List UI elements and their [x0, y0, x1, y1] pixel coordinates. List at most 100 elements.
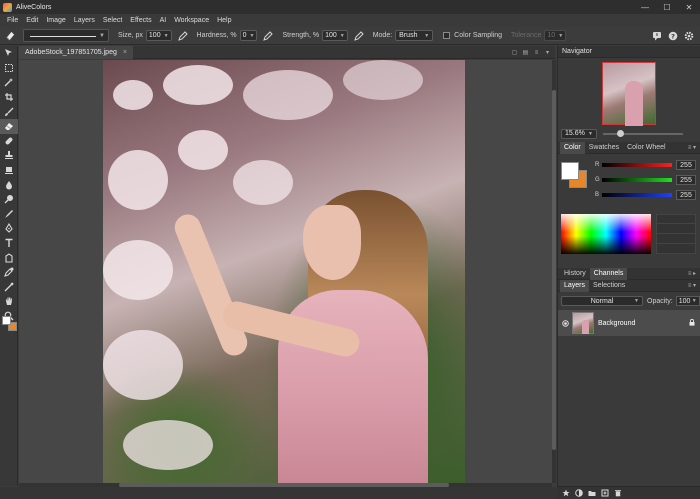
menu-file[interactable]: File — [3, 17, 22, 24]
maximize-button[interactable]: ☐ — [656, 0, 678, 14]
close-button[interactable]: ✕ — [678, 0, 700, 14]
mode-select[interactable]: Brush ▼ — [395, 30, 434, 41]
tab-history[interactable]: History — [560, 268, 590, 280]
minimize-button[interactable]: — — [634, 0, 656, 14]
layer-row[interactable]: Background — [558, 310, 700, 336]
measure-icon[interactable] — [0, 280, 18, 295]
crop-icon[interactable] — [0, 90, 18, 105]
opacity-field[interactable]: 100 ▼ — [675, 296, 700, 306]
navigator-header: Navigator — [558, 46, 700, 58]
smudge-icon[interactable] — [0, 207, 18, 222]
brush-preset-picker[interactable]: ▼ — [23, 29, 109, 42]
panel-menu-icon[interactable]: ≡ ▸ — [688, 270, 696, 277]
tab-layers[interactable]: Layers — [560, 279, 590, 292]
blue-channel-value[interactable]: 255 — [676, 190, 696, 200]
eraser-icon[interactable] — [3, 29, 17, 43]
red-channel-slider[interactable] — [602, 163, 672, 167]
blue-channel-slider[interactable] — [602, 193, 672, 197]
scroll-thumb[interactable] — [552, 90, 556, 450]
menu-ai[interactable]: AI — [156, 17, 171, 24]
color-swatches[interactable] — [2, 316, 18, 332]
eye-icon[interactable] — [558, 319, 572, 327]
recent-colors-grid[interactable] — [656, 214, 696, 254]
menu-layers[interactable]: Layers — [70, 17, 99, 24]
zoom-slider-handle[interactable] — [617, 129, 625, 137]
tools-panel — [0, 46, 18, 486]
trash-icon[interactable] — [612, 488, 623, 499]
pen-pressure-icon[interactable] — [177, 30, 188, 41]
blur-icon[interactable] — [0, 177, 18, 192]
color-spectrum[interactable] — [561, 214, 651, 254]
feedback-icon[interactable] — [650, 29, 664, 43]
red-channel-value[interactable]: 255 — [676, 160, 696, 170]
green-channel-slider[interactable] — [602, 178, 672, 182]
strength-label: Strength, % — [282, 32, 320, 39]
menu-image[interactable]: Image — [42, 17, 69, 24]
pen-icon[interactable] — [0, 221, 18, 236]
vertical-scrollbar[interactable] — [552, 60, 556, 483]
zoom-field[interactable]: 15.6% ▼ — [561, 128, 597, 139]
hand-icon[interactable] — [0, 294, 18, 309]
new-document-icon[interactable]: ▢ — [510, 48, 519, 57]
eraser-icon[interactable] — [0, 118, 18, 134]
thumbnail-subject — [625, 81, 643, 126]
menu-workspace[interactable]: Workspace — [170, 17, 213, 24]
tab-color-wheel[interactable]: Color Wheel — [623, 142, 670, 154]
adjustment-layer-icon[interactable] — [573, 488, 584, 499]
healing-icon[interactable] — [0, 134, 18, 149]
help-icon[interactable]: ? — [666, 29, 680, 43]
tab-swatches[interactable]: Swatches — [585, 142, 623, 154]
hardness-field[interactable]: 0 ▼ — [239, 30, 258, 41]
panel-menu-icon[interactable]: ≡ ▾ — [688, 282, 696, 289]
zoom-slider[interactable] — [603, 129, 683, 137]
pen-pressure-icon[interactable] — [263, 30, 274, 41]
tab-color[interactable]: Color — [560, 141, 585, 154]
eyedropper-icon[interactable] — [0, 265, 18, 280]
dodge-icon[interactable] — [0, 192, 18, 207]
svg-text:?: ? — [671, 32, 675, 40]
folder-icon[interactable] — [586, 488, 597, 499]
document-tab[interactable]: AdobeStock_197851705.jpeg × — [19, 45, 133, 59]
tab-selections[interactable]: Selections — [589, 280, 629, 292]
new-layer-icon[interactable] — [599, 488, 610, 499]
blue-channel-label: B — [595, 192, 600, 198]
layer-effects-icon[interactable] — [560, 488, 571, 499]
move-icon[interactable] — [0, 46, 18, 61]
strength-field[interactable]: 100 ▼ — [322, 30, 348, 41]
canvas-area[interactable] — [19, 60, 552, 483]
green-channel-value[interactable]: 255 — [676, 175, 696, 185]
tolerance-field[interactable]: 10 ▼ — [544, 30, 567, 41]
stamp-icon[interactable] — [0, 148, 18, 163]
duplicate-document-icon[interactable]: ▤ — [521, 48, 530, 57]
status-bar — [0, 487, 557, 499]
lock-icon[interactable] — [689, 319, 695, 326]
red-channel-row: R 255 — [595, 160, 696, 170]
tab-channels[interactable]: Channels — [589, 267, 628, 280]
clone-icon[interactable] — [0, 163, 18, 178]
magic-wand-icon[interactable] — [0, 75, 18, 90]
brush-icon[interactable] — [0, 104, 18, 119]
foreground-color[interactable] — [2, 316, 11, 325]
menu-help[interactable]: Help — [213, 17, 235, 24]
menu-icon[interactable]: ≡ — [532, 48, 541, 57]
mode-label: Mode: — [372, 32, 393, 39]
layer-name: Background — [598, 319, 636, 327]
foreground-color[interactable] — [561, 162, 579, 180]
color-sampling-checkbox[interactable] — [443, 32, 451, 39]
chevron-down-icon: ▼ — [634, 298, 639, 304]
document-image[interactable] — [103, 60, 465, 483]
menu-effects[interactable]: Effects — [126, 17, 155, 24]
text-icon[interactable] — [0, 236, 18, 251]
gear-icon[interactable] — [682, 29, 696, 43]
size-field[interactable]: 100 ▼ — [145, 30, 172, 41]
panel-menu-icon[interactable]: ≡ ▾ — [688, 144, 696, 151]
navigator-thumbnail[interactable] — [602, 62, 656, 126]
pen-pressure-icon[interactable] — [353, 30, 364, 41]
close-icon[interactable]: × — [123, 49, 127, 56]
blend-mode-select[interactable]: Normal ▼ — [561, 296, 643, 306]
marquee-icon[interactable] — [0, 61, 18, 76]
menu-edit[interactable]: Edit — [22, 17, 42, 24]
menu-select[interactable]: Select — [99, 17, 126, 24]
shape-icon[interactable] — [0, 250, 18, 265]
chevron-down-icon[interactable]: ▾ — [543, 48, 552, 57]
